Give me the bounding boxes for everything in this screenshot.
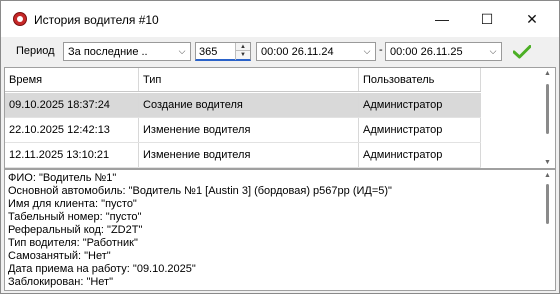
history-table: Время Тип Пользователь 09.10.2025 18:37:…	[4, 67, 556, 169]
cell-time: 22.10.2025 12:42:13	[5, 118, 139, 142]
days-spinner[interactable]: 365 ▲ ▼	[195, 42, 251, 61]
table-scrollbar[interactable]: ▲ ▼	[541, 70, 555, 166]
cell-type: Изменение водителя	[139, 118, 359, 142]
detail-line: Реферальный код: "ZD2T"	[8, 224, 143, 236]
detail-line: Основной автомобиль: "Водитель №1 [Austi…	[8, 185, 392, 197]
date-from-value: 00:00 26.11.24	[261, 46, 334, 58]
scrollbar-thumb[interactable]	[546, 184, 549, 224]
cell-time: 12.11.2025 13:10:21	[5, 143, 139, 167]
column-header-user[interactable]: Пользователь	[359, 68, 481, 91]
column-header-type[interactable]: Тип	[139, 68, 359, 91]
cell-user: Администратор	[359, 143, 481, 167]
scrollbar-thumb[interactable]	[546, 84, 549, 134]
spin-down-arrow-icon[interactable]: ▼	[236, 51, 250, 59]
details-panel[interactable]: ФИО: "Водитель №1" Основной автомобиль: …	[4, 169, 556, 291]
table-row[interactable]: 12.11.2025 13:10:21 Изменение водителя А…	[5, 143, 481, 168]
table-header: Время Тип Пользователь	[5, 68, 481, 92]
detail-line: ФИО: "Водитель №1"	[8, 172, 117, 184]
details-scrollbar[interactable]: ▲	[541, 172, 555, 288]
driver-history-window: История водителя #10 — ☐ ✕ Период За пос…	[0, 0, 560, 294]
apply-button[interactable]	[511, 43, 533, 61]
table-row[interactable]: 09.10.2025 18:37:24 Создание водителя Ад…	[5, 93, 481, 118]
cell-type: Изменение водителя	[139, 143, 359, 167]
table-row[interactable]: 22.10.2025 12:42:13 Изменение водителя А…	[5, 118, 481, 143]
period-select[interactable]: За последние .. ⌵	[63, 42, 191, 61]
chevron-down-icon[interactable]: ⌵	[174, 43, 190, 60]
app-record-icon	[13, 12, 27, 26]
close-button[interactable]: ✕	[509, 1, 555, 37]
cell-type: Создание водителя	[139, 93, 359, 117]
date-from-picker[interactable]: 00:00 26.11.24 ⌵	[256, 42, 376, 61]
checkmark-icon	[513, 45, 531, 59]
title-bar[interactable]: История водителя #10 — ☐ ✕	[1, 1, 559, 37]
filter-toolbar: Период За последние .. ⌵ 365 ▲ ▼ 00:00 2…	[1, 37, 559, 65]
period-select-value: За последние ..	[68, 46, 148, 58]
date-to-picker[interactable]: 00:00 26.11.25 ⌵	[385, 42, 502, 61]
detail-line: Имя для клиента: "пусто"	[8, 198, 137, 210]
scroll-down-arrow-icon[interactable]: ▼	[544, 159, 551, 166]
chevron-down-icon[interactable]: ⌵	[485, 43, 501, 60]
chevron-down-icon[interactable]: ⌵	[359, 43, 375, 60]
cell-time: 09.10.2025 18:37:24	[5, 93, 139, 117]
detail-line: Заблокирован: "Нет"	[8, 276, 113, 288]
cell-user: Администратор	[359, 93, 481, 117]
period-label: Период	[16, 45, 55, 57]
date-to-value: 00:00 26.11.25	[390, 46, 463, 58]
detail-line: Табельный номер: "пусто"	[8, 211, 142, 223]
spin-up-arrow-icon[interactable]: ▲	[236, 43, 250, 51]
days-spinner-value: 365	[199, 46, 218, 58]
detail-line: Дата приема на работу: "09.10.2025"	[8, 263, 196, 275]
spinner-buttons: ▲ ▼	[235, 43, 250, 60]
detail-line: Самозанятый: "Нет"	[8, 250, 111, 262]
scroll-up-arrow-icon[interactable]: ▲	[544, 70, 551, 77]
detail-line: Тип водителя: "Работник"	[8, 237, 138, 249]
window-title: История водителя #10	[34, 13, 159, 27]
scroll-up-arrow-icon[interactable]: ▲	[544, 172, 551, 179]
cell-user: Администратор	[359, 118, 481, 142]
column-header-time[interactable]: Время	[5, 68, 139, 91]
maximize-button[interactable]: ☐	[464, 1, 510, 37]
minimize-button[interactable]: —	[419, 1, 465, 37]
date-range-separator: -	[379, 44, 383, 56]
